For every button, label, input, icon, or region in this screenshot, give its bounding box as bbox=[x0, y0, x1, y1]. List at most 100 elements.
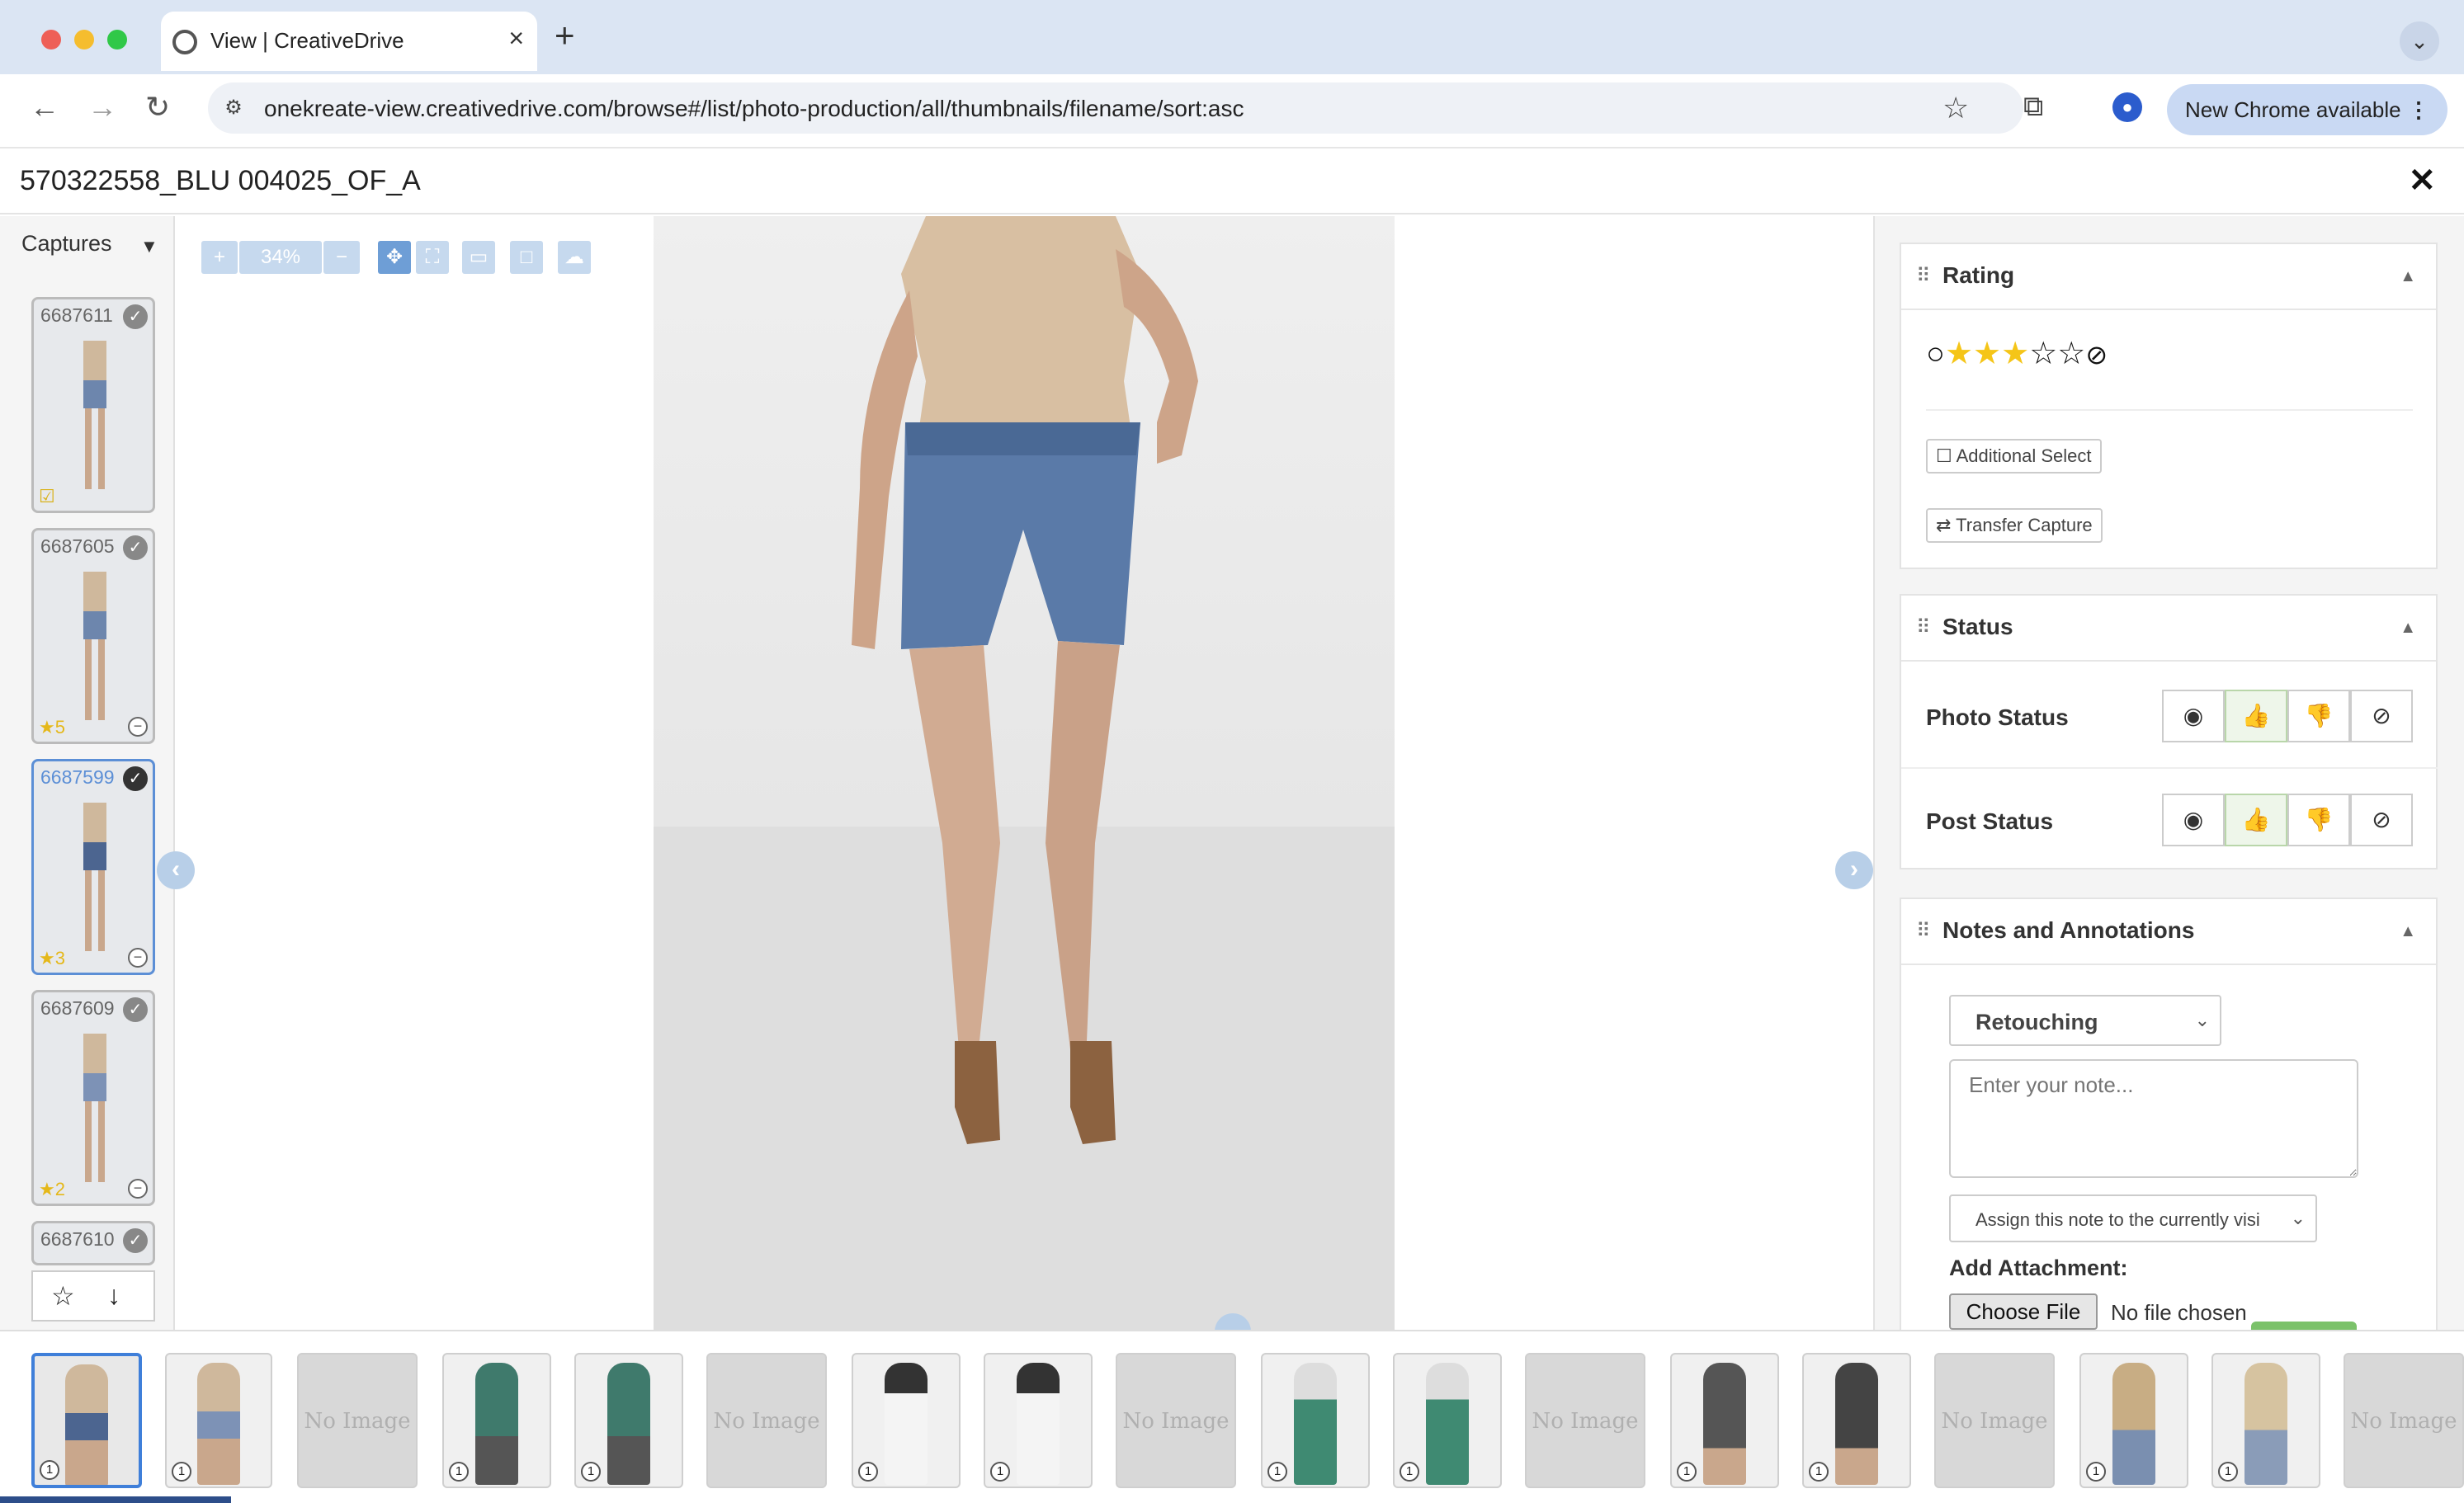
previous-image-chevron-icon[interactable]: ‹ bbox=[157, 851, 195, 889]
note-category-select[interactable]: Retouching ⌄ bbox=[1949, 995, 2221, 1046]
collapse-caret-icon[interactable]: ▲ bbox=[2400, 619, 2416, 638]
url-text[interactable]: onekreate-view.creativedrive.com/browse#… bbox=[264, 96, 1244, 122]
next-image-chevron-icon[interactable]: › bbox=[1835, 851, 1873, 889]
note-textarea[interactable] bbox=[1949, 1059, 2358, 1178]
thumbnail-image bbox=[2112, 1363, 2155, 1485]
pan-move-icon[interactable]: ✥ bbox=[378, 241, 411, 274]
filmstrip-scrollbar[interactable] bbox=[0, 1496, 231, 1503]
filmstrip-item[interactable]: 1 bbox=[1393, 1353, 1502, 1488]
star-filter-icon[interactable]: ☆ bbox=[51, 1280, 75, 1312]
clear-rating-circle-icon[interactable]: ○ bbox=[1926, 337, 1945, 371]
filmstrip-item[interactable]: 1 bbox=[1670, 1353, 1779, 1488]
choose-file-button[interactable]: Choose File bbox=[1949, 1293, 2098, 1330]
rating-panel-header[interactable]: ⠿ Rating ▲ bbox=[1901, 244, 2436, 310]
close-tab-icon[interactable]: × bbox=[508, 23, 524, 54]
check-circle-icon[interactable]: ✓ bbox=[123, 535, 148, 560]
filmstrip-item[interactable]: 1 bbox=[1802, 1353, 1911, 1488]
photo-status-approve-thumbs-up-icon[interactable]: 👍 bbox=[2225, 690, 2287, 742]
drag-handle-icon[interactable]: ⠿ bbox=[1916, 919, 1931, 943]
filmstrip-item-no-image[interactable]: No Image bbox=[2344, 1353, 2464, 1488]
bookmark-star-icon[interactable]: ☆ bbox=[1942, 91, 1969, 125]
minimize-window-button[interactable] bbox=[74, 30, 94, 49]
reload-icon[interactable]: ↻ bbox=[145, 92, 170, 122]
post-status-view-eye-icon[interactable]: ◉ bbox=[2162, 794, 2225, 846]
kebab-menu-icon[interactable]: ⋮ bbox=[2408, 84, 2429, 135]
notes-panel-header[interactable]: ⠿ Notes and Annotations ▲ bbox=[1901, 899, 2436, 965]
filmstrip-item[interactable]: 1 bbox=[2079, 1353, 2188, 1488]
address-bar[interactable]: ⚙ onekreate-view.creativedrive.com/brows… bbox=[208, 82, 2023, 134]
transfer-capture-button[interactable]: ⇄ Transfer Capture bbox=[1926, 508, 2103, 543]
capture-thumb[interactable]: 6687611 ✓ ☑ bbox=[31, 297, 155, 513]
collapse-caret-icon[interactable]: ▲ bbox=[2400, 267, 2416, 286]
crop-square-icon[interactable]: □ bbox=[510, 241, 543, 274]
check-circle-icon[interactable]: ✓ bbox=[123, 304, 148, 329]
filmstrip-item[interactable]: 1 bbox=[574, 1353, 683, 1488]
back-arrow-icon[interactable]: ← bbox=[30, 92, 59, 122]
minus-circle-icon[interactable]: − bbox=[128, 717, 148, 737]
site-info-icon[interactable]: ⚙ bbox=[219, 94, 248, 122]
main-photo[interactable] bbox=[654, 216, 1395, 1330]
capture-thumb[interactable]: 6687610 ✓ bbox=[31, 1221, 155, 1265]
check-circle-icon[interactable]: ✓ bbox=[123, 1228, 148, 1253]
filmstrip-item-no-image[interactable]: No Image bbox=[1116, 1353, 1236, 1488]
post-status-label: Post Status bbox=[1926, 808, 2054, 834]
filmstrip-item-no-image[interactable]: No Image bbox=[1934, 1353, 2055, 1488]
new-chrome-label: New Chrome available bbox=[2185, 97, 2401, 122]
compare-icon[interactable]: ▭ bbox=[462, 241, 495, 274]
download-cloud-icon[interactable]: ☁ bbox=[558, 241, 591, 274]
photo-status-reject-thumbs-down-icon[interactable]: 👎 bbox=[2287, 690, 2350, 742]
filmstrip-item[interactable]: 1 bbox=[2211, 1353, 2320, 1488]
post-status-reject-thumbs-down-icon[interactable]: 👎 bbox=[2287, 794, 2350, 846]
drag-handle-icon[interactable]: ⠿ bbox=[1916, 264, 1931, 288]
capture-count-badge: 1 bbox=[858, 1462, 878, 1482]
star-4-icon[interactable]: ☆ bbox=[2029, 337, 2057, 371]
collapse-caret-icon[interactable]: ▲ bbox=[2400, 922, 2416, 941]
check-circle-icon[interactable]: ✓ bbox=[123, 997, 148, 1022]
caret-down-icon[interactable]: ▼ bbox=[140, 236, 158, 257]
filmstrip-item-no-image[interactable]: No Image bbox=[706, 1353, 827, 1488]
star-2-icon[interactable]: ★ bbox=[1973, 337, 2001, 371]
capture-thumb[interactable]: 6687609 ✓ ★2 − bbox=[31, 990, 155, 1206]
star-3-icon[interactable]: ★ bbox=[2001, 337, 2029, 371]
filmstrip-item[interactable]: 1 bbox=[442, 1353, 551, 1488]
drag-handle-icon[interactable]: ⠿ bbox=[1916, 615, 1931, 639]
star-1-icon[interactable]: ★ bbox=[1945, 337, 1973, 371]
close-viewer-icon[interactable]: ✕ bbox=[2408, 162, 2436, 200]
assign-note-select[interactable]: Assign this note to the currently visi ⌄ bbox=[1949, 1194, 2317, 1242]
photo-status-view-eye-icon[interactable]: ◉ bbox=[2162, 690, 2225, 742]
capture-thumb-selected[interactable]: 6687599 ✓ ★3 − bbox=[31, 759, 155, 975]
filmstrip-item-selected[interactable]: 1 bbox=[31, 1353, 142, 1488]
check-circle-icon[interactable]: ✓ bbox=[123, 766, 148, 791]
filmstrip-item[interactable]: 1 bbox=[852, 1353, 961, 1488]
maximize-window-button[interactable] bbox=[107, 30, 127, 49]
post-status-clear-ban-icon[interactable]: ⊘ bbox=[2350, 794, 2413, 846]
status-panel-header[interactable]: ⠿ Status ▲ bbox=[1901, 596, 2436, 662]
close-window-button[interactable] bbox=[41, 30, 61, 49]
browser-tab[interactable]: View | CreativeDrive × bbox=[161, 12, 537, 71]
zoom-in-button[interactable]: + bbox=[201, 241, 238, 274]
fit-frame-icon[interactable]: ⛶ bbox=[416, 241, 449, 274]
zoom-out-button[interactable]: − bbox=[323, 241, 360, 274]
filmstrip-item[interactable]: 1 bbox=[165, 1353, 272, 1488]
forward-arrow-icon[interactable]: → bbox=[87, 92, 117, 122]
filmstrip-item-no-image[interactable]: No Image bbox=[1525, 1353, 1645, 1488]
post-status-approve-thumbs-up-icon[interactable]: 👍 bbox=[2225, 794, 2287, 846]
new-tab-button[interactable]: + bbox=[555, 18, 575, 53]
sort-down-arrow-icon[interactable]: ↓ bbox=[107, 1280, 120, 1311]
note-category-value: Retouching bbox=[1975, 1010, 2098, 1034]
capture-thumb[interactable]: 6687605 ✓ ★5 − bbox=[31, 528, 155, 744]
profile-avatar-icon[interactable]: ● bbox=[2112, 92, 2142, 122]
tab-search-chevron-icon[interactable]: ⌄ bbox=[2400, 21, 2439, 61]
confirm-check-circle-icon[interactable]: ⊘ bbox=[2085, 340, 2108, 370]
minus-circle-icon[interactable]: − bbox=[128, 948, 148, 968]
additional-select-checkbox[interactable]: ☐ Additional Select bbox=[1926, 439, 2102, 474]
filmstrip-item[interactable]: 1 bbox=[984, 1353, 1093, 1488]
star-5-icon[interactable]: ☆ bbox=[2057, 337, 2085, 371]
captures-dropdown[interactable]: Captures bbox=[21, 231, 112, 257]
extensions-puzzle-icon[interactable]: ⧉ bbox=[2023, 91, 2043, 123]
filmstrip-item[interactable]: 1 bbox=[1261, 1353, 1370, 1488]
new-chrome-available-button[interactable]: New Chrome available ⋮ bbox=[2167, 84, 2447, 135]
minus-circle-icon[interactable]: − bbox=[128, 1179, 148, 1199]
photo-status-clear-ban-icon[interactable]: ⊘ bbox=[2350, 690, 2413, 742]
filmstrip-item-no-image[interactable]: No Image bbox=[297, 1353, 418, 1488]
